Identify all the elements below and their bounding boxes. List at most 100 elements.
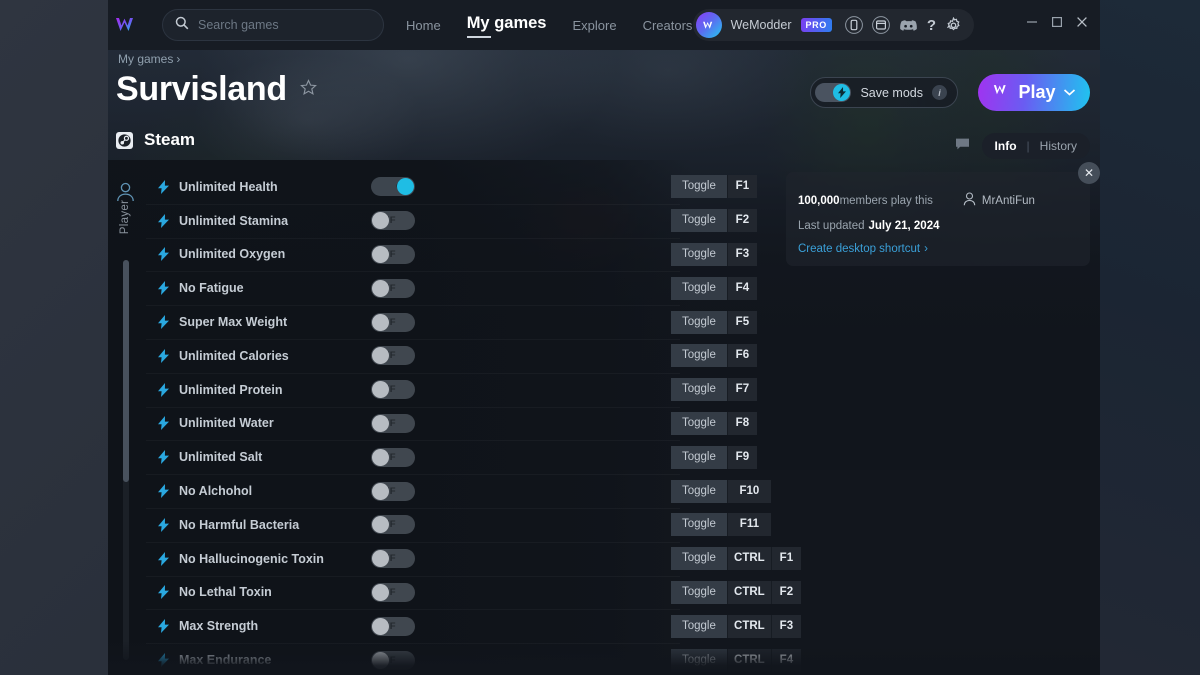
account-pill[interactable]: WeModder PRO ? [692, 9, 974, 41]
hotkey-mode-button[interactable]: Toggle [671, 479, 727, 503]
hotkey-cap[interactable]: F4 [726, 276, 757, 300]
cheat-toggle[interactable]: OFF [371, 549, 415, 569]
hotkey-mode-button[interactable]: Toggle [671, 445, 727, 469]
save-mods-label: Save mods [860, 85, 923, 100]
play-label: Play [1018, 82, 1056, 102]
hotkey-cap[interactable]: CTRL [726, 614, 771, 638]
maximize-button[interactable] [1051, 16, 1063, 28]
hotkey-group: Toggle CTRL F4 [671, 648, 801, 672]
star-outline-icon[interactable] [299, 78, 317, 101]
hotkey-mode-button[interactable]: Toggle [671, 175, 727, 199]
hotkey-mode-button[interactable]: Toggle [671, 614, 727, 638]
cheat-name: Unlimited Stamina [179, 213, 289, 228]
play-button[interactable]: Play [978, 74, 1090, 111]
cheat-toggle[interactable]: OFF [371, 346, 415, 366]
nav-item-creators[interactable]: Creators [643, 18, 693, 33]
chevron-right-icon: › [176, 52, 181, 66]
cheat-name: No Lethal Toxin [179, 585, 272, 600]
hotkey-mode-button[interactable]: Toggle [671, 310, 727, 334]
desktop-app-icon[interactable] [871, 16, 890, 34]
discord-icon[interactable] [899, 18, 918, 33]
breadcrumb[interactable]: My games › [118, 52, 180, 66]
help-icon[interactable]: ? [927, 17, 936, 34]
scrollbar-thumb[interactable] [123, 260, 129, 482]
hotkey-mode-button[interactable]: Toggle [671, 411, 727, 435]
cheat-row: Unlimited Salt OFF ToggleF9 [146, 440, 1100, 474]
hotkey-cap[interactable]: F6 [726, 344, 757, 368]
hotkey-cap[interactable]: F10 [726, 479, 771, 503]
close-icon[interactable]: ✕ [1078, 162, 1100, 184]
cheat-toggle[interactable]: OFF [371, 650, 415, 670]
hotkey-cap[interactable]: F7 [726, 378, 757, 402]
bolt-icon [158, 619, 172, 634]
phone-icon[interactable] [844, 16, 863, 34]
hotkey-mode-button[interactable]: Toggle [671, 547, 727, 571]
vertical-scrollbar[interactable] [123, 260, 129, 660]
info-icon[interactable]: i [932, 85, 947, 100]
hotkey-cap[interactable]: F9 [726, 445, 757, 469]
hotkey-group: Toggle CTRL F1 [671, 547, 801, 571]
close-button[interactable] [1076, 16, 1088, 28]
hotkey-cap[interactable]: F11 [726, 513, 771, 537]
row-divider [146, 238, 680, 239]
tab-info[interactable]: Info [995, 139, 1017, 153]
window-controls [1026, 16, 1088, 28]
hotkey-cap[interactable]: F5 [726, 310, 757, 334]
nav-item-home[interactable]: Home [406, 18, 441, 33]
toggle-knob [372, 279, 389, 297]
save-mods-toggle[interactable] [815, 83, 852, 102]
save-mods-control[interactable]: Save mods i [810, 77, 958, 108]
hotkey-cap[interactable]: F4 [770, 648, 801, 672]
cheat-toggle[interactable]: OFF [371, 447, 415, 467]
cheat-toggle[interactable]: OFF [371, 244, 415, 264]
minimize-button[interactable] [1026, 16, 1038, 28]
cheat-row: No Hallucinogenic Toxin OFF ToggleCTRLF1 [146, 542, 1100, 576]
note-icon[interactable] [955, 137, 970, 156]
hotkey-group: Toggle F5 [671, 310, 757, 334]
cheat-toggle[interactable]: OFF [371, 582, 415, 602]
cheat-toggle[interactable]: OFF [371, 413, 415, 433]
hotkey-mode-button[interactable]: Toggle [671, 209, 727, 233]
hotkey-cap[interactable]: F1 [726, 175, 757, 199]
cheat-toggle[interactable]: OFF [371, 211, 415, 231]
nav-item-my-games[interactable]: My games [466, 14, 546, 38]
wemod-w-logo-icon[interactable] [114, 15, 140, 35]
gear-icon[interactable] [945, 16, 962, 34]
tab-list: Info | History [981, 133, 1090, 159]
hotkey-cap[interactable]: CTRL [726, 648, 771, 672]
hotkey-mode-button[interactable]: Toggle [671, 242, 727, 266]
hotkey-mode-button[interactable]: Toggle [671, 648, 727, 672]
avatar[interactable] [695, 12, 722, 38]
hotkey-mode-button[interactable]: Toggle [671, 378, 727, 402]
hotkey-cap[interactable]: F1 [770, 547, 801, 571]
cheat-toggle[interactable]: OFF [371, 616, 415, 636]
hotkey-cap[interactable]: F3 [726, 242, 757, 266]
cheat-toggle[interactable]: ON [371, 177, 415, 197]
cheat-toggle[interactable]: OFF [371, 481, 415, 501]
cheat-toggle[interactable]: OFF [371, 380, 415, 400]
cheat-toggle[interactable]: OFF [371, 515, 415, 535]
bolt-icon [833, 84, 851, 101]
hotkey-cap[interactable]: CTRL [726, 580, 771, 604]
create-desktop-shortcut-link[interactable]: Create desktop shortcut › [798, 243, 1090, 255]
row-divider [146, 643, 680, 644]
hotkey-cap[interactable]: F8 [726, 411, 757, 435]
cheat-toggle[interactable]: OFF [371, 312, 415, 332]
hotkey-cap[interactable]: F2 [726, 209, 757, 233]
author-row[interactable]: MrAntiFun [963, 192, 1035, 209]
cheat-toggle[interactable]: OFF [371, 278, 415, 298]
search-input[interactable] [198, 18, 358, 32]
search-box[interactable] [162, 9, 384, 41]
hotkey-cap[interactable]: CTRL [726, 547, 771, 571]
hotkey-cap[interactable]: F3 [770, 614, 801, 638]
hotkey-mode-button[interactable]: Toggle [671, 513, 727, 537]
nav-item-explore[interactable]: Explore [572, 18, 616, 33]
hotkey-mode-button[interactable]: Toggle [671, 344, 727, 368]
hotkey-cap[interactable]: F2 [770, 580, 801, 604]
hotkey-mode-button[interactable]: Toggle [671, 580, 727, 604]
tab-history[interactable]: History [1040, 139, 1077, 153]
hotkey-group: Toggle F1 [671, 175, 757, 199]
hotkey-mode-button[interactable]: Toggle [671, 276, 727, 300]
chevron-down-icon[interactable] [1063, 84, 1076, 102]
app-titlebar: Home My games Explore Creators WeModder … [108, 0, 1100, 50]
